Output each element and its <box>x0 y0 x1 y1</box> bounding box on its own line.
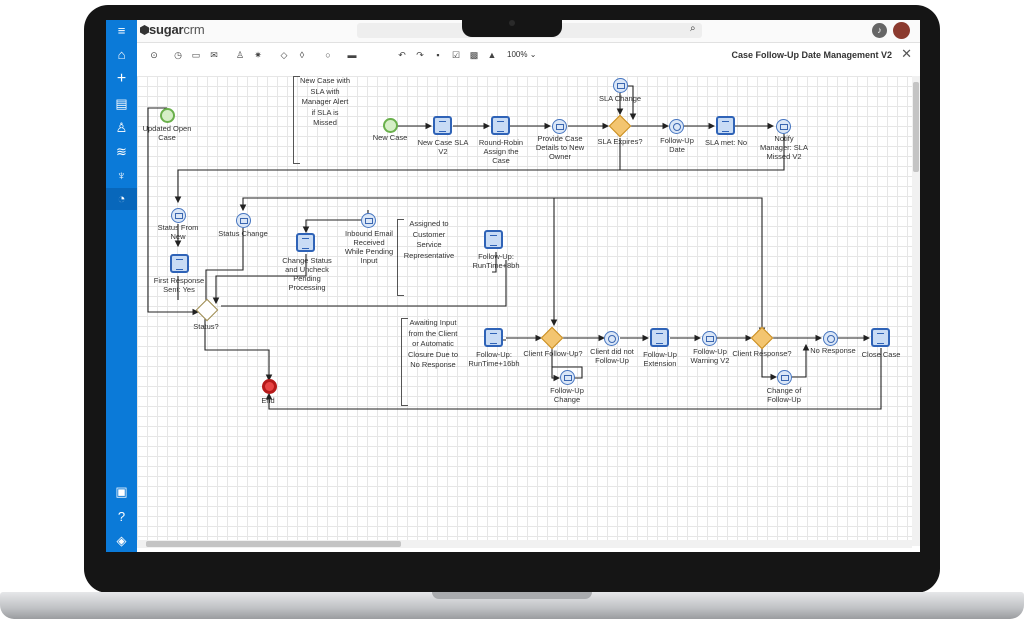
message-event-status-from-new[interactable] <box>171 208 186 223</box>
task-runtime-16bh[interactable] <box>484 328 503 347</box>
start-event-updated-open-case[interactable] <box>160 108 175 123</box>
task-icon <box>656 333 663 344</box>
label-new-case: New Case <box>372 133 408 142</box>
mail-icon <box>780 124 788 130</box>
task-icon <box>490 333 497 344</box>
label-status-from-new: Status From New <box>157 223 199 241</box>
label-sla-change: SLA Change <box>598 94 642 103</box>
label-status-gateway: Status? <box>193 322 219 331</box>
app-screen: ≡ ⌂ + ▤ ♙ ≋ ♆ ◔ ▣ ? ◈ sugarcrm ⌕ ♪ ⊙ ◷ ▭… <box>106 20 920 552</box>
task-runtime-8bh[interactable] <box>484 230 503 249</box>
mail-icon <box>617 83 625 89</box>
message-event-change-of-follow-up[interactable] <box>777 370 792 385</box>
label-follow-up-change: Follow-Up Change <box>550 386 584 404</box>
label-end: End <box>261 396 275 405</box>
mail-icon <box>706 336 714 342</box>
task-icon <box>439 121 446 132</box>
annotation-awaiting[interactable]: Awaiting Input from the Client or Automa… <box>401 318 464 406</box>
label-change-of-follow-up: Change of Follow-Up <box>766 386 802 404</box>
task-sla-met[interactable] <box>716 116 735 135</box>
end-event[interactable] <box>262 379 277 394</box>
label-follow-up-date: Follow-Up Date <box>660 136 694 154</box>
label-updated-open-case: Updated Open Case <box>142 124 192 142</box>
sequence-flows <box>147 85 882 410</box>
task-icon <box>176 259 183 270</box>
task-follow-up-extension[interactable] <box>650 328 669 347</box>
mail-icon <box>564 375 572 381</box>
mail-icon <box>365 218 373 224</box>
message-event-follow-up-change[interactable] <box>560 370 575 385</box>
flow-line <box>554 197 766 335</box>
label-close-case: Close Case <box>861 350 901 359</box>
task-new-case-sla[interactable] <box>433 116 452 135</box>
label-status-change: Status Change <box>218 229 268 238</box>
label-client-follow-up: Client Follow-Up? <box>523 349 583 358</box>
clock-icon <box>673 123 681 131</box>
label-new-case-sla: New Case SLA V2 <box>417 138 469 156</box>
message-event-inbound-email[interactable] <box>361 213 376 228</box>
annotation-new-case[interactable]: New Case with SLA with Manager Alert if … <box>293 76 356 164</box>
message-event-notify-manager[interactable] <box>776 119 791 134</box>
label-sla-expires: SLA Expires? <box>597 137 643 146</box>
label-change-status: Change Status and Uncheck Pending Proces… <box>282 256 332 292</box>
label-runtime-8bh: Follow-Up: RunTime+8bh <box>472 252 520 270</box>
flow-line <box>239 197 554 212</box>
label-client-did-not: Client did not Follow-Up <box>590 347 634 365</box>
annotation-assigned[interactable]: Assigned to Customer Service Representat… <box>397 219 460 296</box>
task-close-case[interactable] <box>871 328 890 347</box>
label-first-response: First Response Sent: Yes <box>153 276 205 294</box>
task-icon <box>302 238 309 249</box>
timer-event-no-response[interactable] <box>823 331 838 346</box>
label-inbound-email: Inbound Email Received While Pending Inp… <box>344 229 394 265</box>
laptop-groove <box>432 592 592 599</box>
task-icon <box>497 121 504 132</box>
label-sla-met: SLA met: No <box>704 138 748 147</box>
label-follow-up-extension: Follow-Up Extension <box>643 350 677 368</box>
label-runtime-16bh: Follow-Up: RunTime+16bh <box>468 350 520 368</box>
label-client-response: Client Response? <box>732 349 792 358</box>
mail-icon <box>240 218 248 224</box>
label-no-response: No Response <box>810 346 856 355</box>
task-first-response[interactable] <box>170 254 189 273</box>
task-icon <box>722 121 729 132</box>
timer-event-client-did-not[interactable] <box>604 331 619 346</box>
task-change-status[interactable] <box>296 233 315 252</box>
label-provide-case: Provide Case Details to New Owner <box>535 134 585 161</box>
mail-icon <box>556 124 564 130</box>
flow-line <box>221 260 507 307</box>
timer-event-follow-up-date[interactable] <box>669 119 684 134</box>
mail-icon <box>781 375 789 381</box>
message-event-provide-case[interactable] <box>552 119 567 134</box>
clock-icon <box>827 335 835 343</box>
start-event-new-case[interactable] <box>383 118 398 133</box>
message-event-sla-change[interactable] <box>613 78 628 93</box>
mail-icon <box>175 213 183 219</box>
clock-icon <box>608 335 616 343</box>
task-icon <box>877 333 884 344</box>
message-event-status-change[interactable] <box>236 213 251 228</box>
task-icon <box>490 235 497 246</box>
label-round-robin: Round-Robin Assign the Case <box>478 138 524 165</box>
message-event-follow-up-warning[interactable] <box>702 331 717 346</box>
camera-icon <box>509 20 515 26</box>
task-round-robin[interactable] <box>491 116 510 135</box>
label-notify-manager: Notify Manager: SLA Missed V2 <box>760 134 808 161</box>
